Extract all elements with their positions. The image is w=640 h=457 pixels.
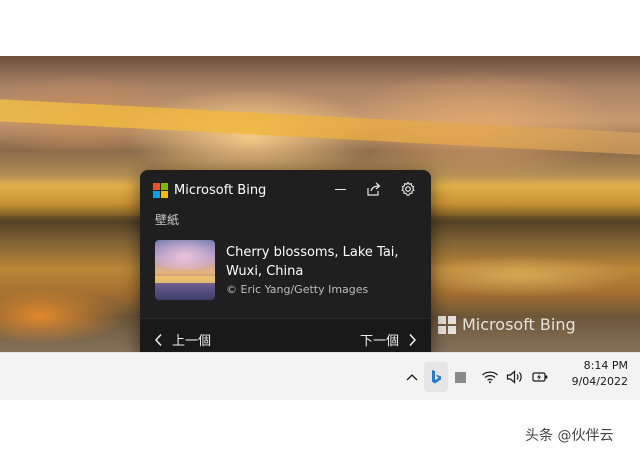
wallpaper-bing-watermark: Microsoft Bing (438, 315, 576, 334)
popup-header: Microsoft Bing (153, 183, 266, 198)
chevron-left-icon (154, 333, 162, 346)
minimize-icon (334, 188, 346, 190)
wallpaper-watermark-text: Microsoft Bing (462, 315, 576, 334)
section-label: 壁紙 (155, 213, 180, 227)
show-hidden-icons-button[interactable] (402, 367, 422, 387)
wifi-icon (482, 371, 498, 384)
share-button[interactable] (365, 180, 383, 198)
taskbar (0, 352, 640, 401)
minimize-button[interactable] (331, 180, 349, 198)
bing-tray-button[interactable] (424, 362, 448, 392)
battery-button[interactable] (530, 367, 550, 387)
microsoft-logo-icon (153, 183, 168, 198)
windows-logo-icon (438, 315, 456, 334)
gear-icon (401, 181, 415, 196)
source-watermark: 头条 @伙伴云 (525, 428, 614, 444)
battery-icon (532, 372, 548, 382)
network-button[interactable] (480, 367, 500, 387)
previous-image-button[interactable]: 上一個 (154, 330, 211, 349)
bing-wallpaper-popup: Microsoft Bing 壁紙 Cherry blossoms, Lake … (140, 170, 431, 359)
tray-app-button[interactable] (450, 367, 470, 387)
wallpaper-thumbnail[interactable] (155, 240, 215, 300)
volume-icon (506, 370, 522, 384)
tray-app-icon (454, 371, 466, 383)
popup-header-buttons (331, 180, 417, 198)
image-title-link[interactable]: Cherry blossoms, Lake Tai, Wuxi, China (226, 243, 416, 281)
popup-title: Microsoft Bing (174, 183, 267, 198)
top-margin (0, 0, 640, 56)
share-icon (367, 182, 381, 196)
chevron-right-icon (409, 333, 417, 346)
previous-label: 上一個 (172, 334, 212, 349)
image-credit: © Eric Yang/Getty Images (226, 283, 369, 296)
clock-date: 9/04/2022 (571, 375, 628, 388)
thumbnail-bridge (155, 276, 215, 283)
taskbar-clock[interactable]: 8:14 PM 9/04/2022 (556, 358, 628, 390)
bridge-lights (0, 99, 640, 155)
thumbnail-blossom (155, 240, 215, 270)
next-label: 下一個 (359, 334, 399, 349)
clock-time: 8:14 PM (583, 359, 628, 372)
next-image-button[interactable]: 下一個 (360, 330, 417, 349)
bing-icon (432, 370, 441, 384)
volume-button[interactable] (505, 367, 525, 387)
chevron-up-icon (406, 374, 418, 381)
settings-button[interactable] (399, 180, 417, 198)
